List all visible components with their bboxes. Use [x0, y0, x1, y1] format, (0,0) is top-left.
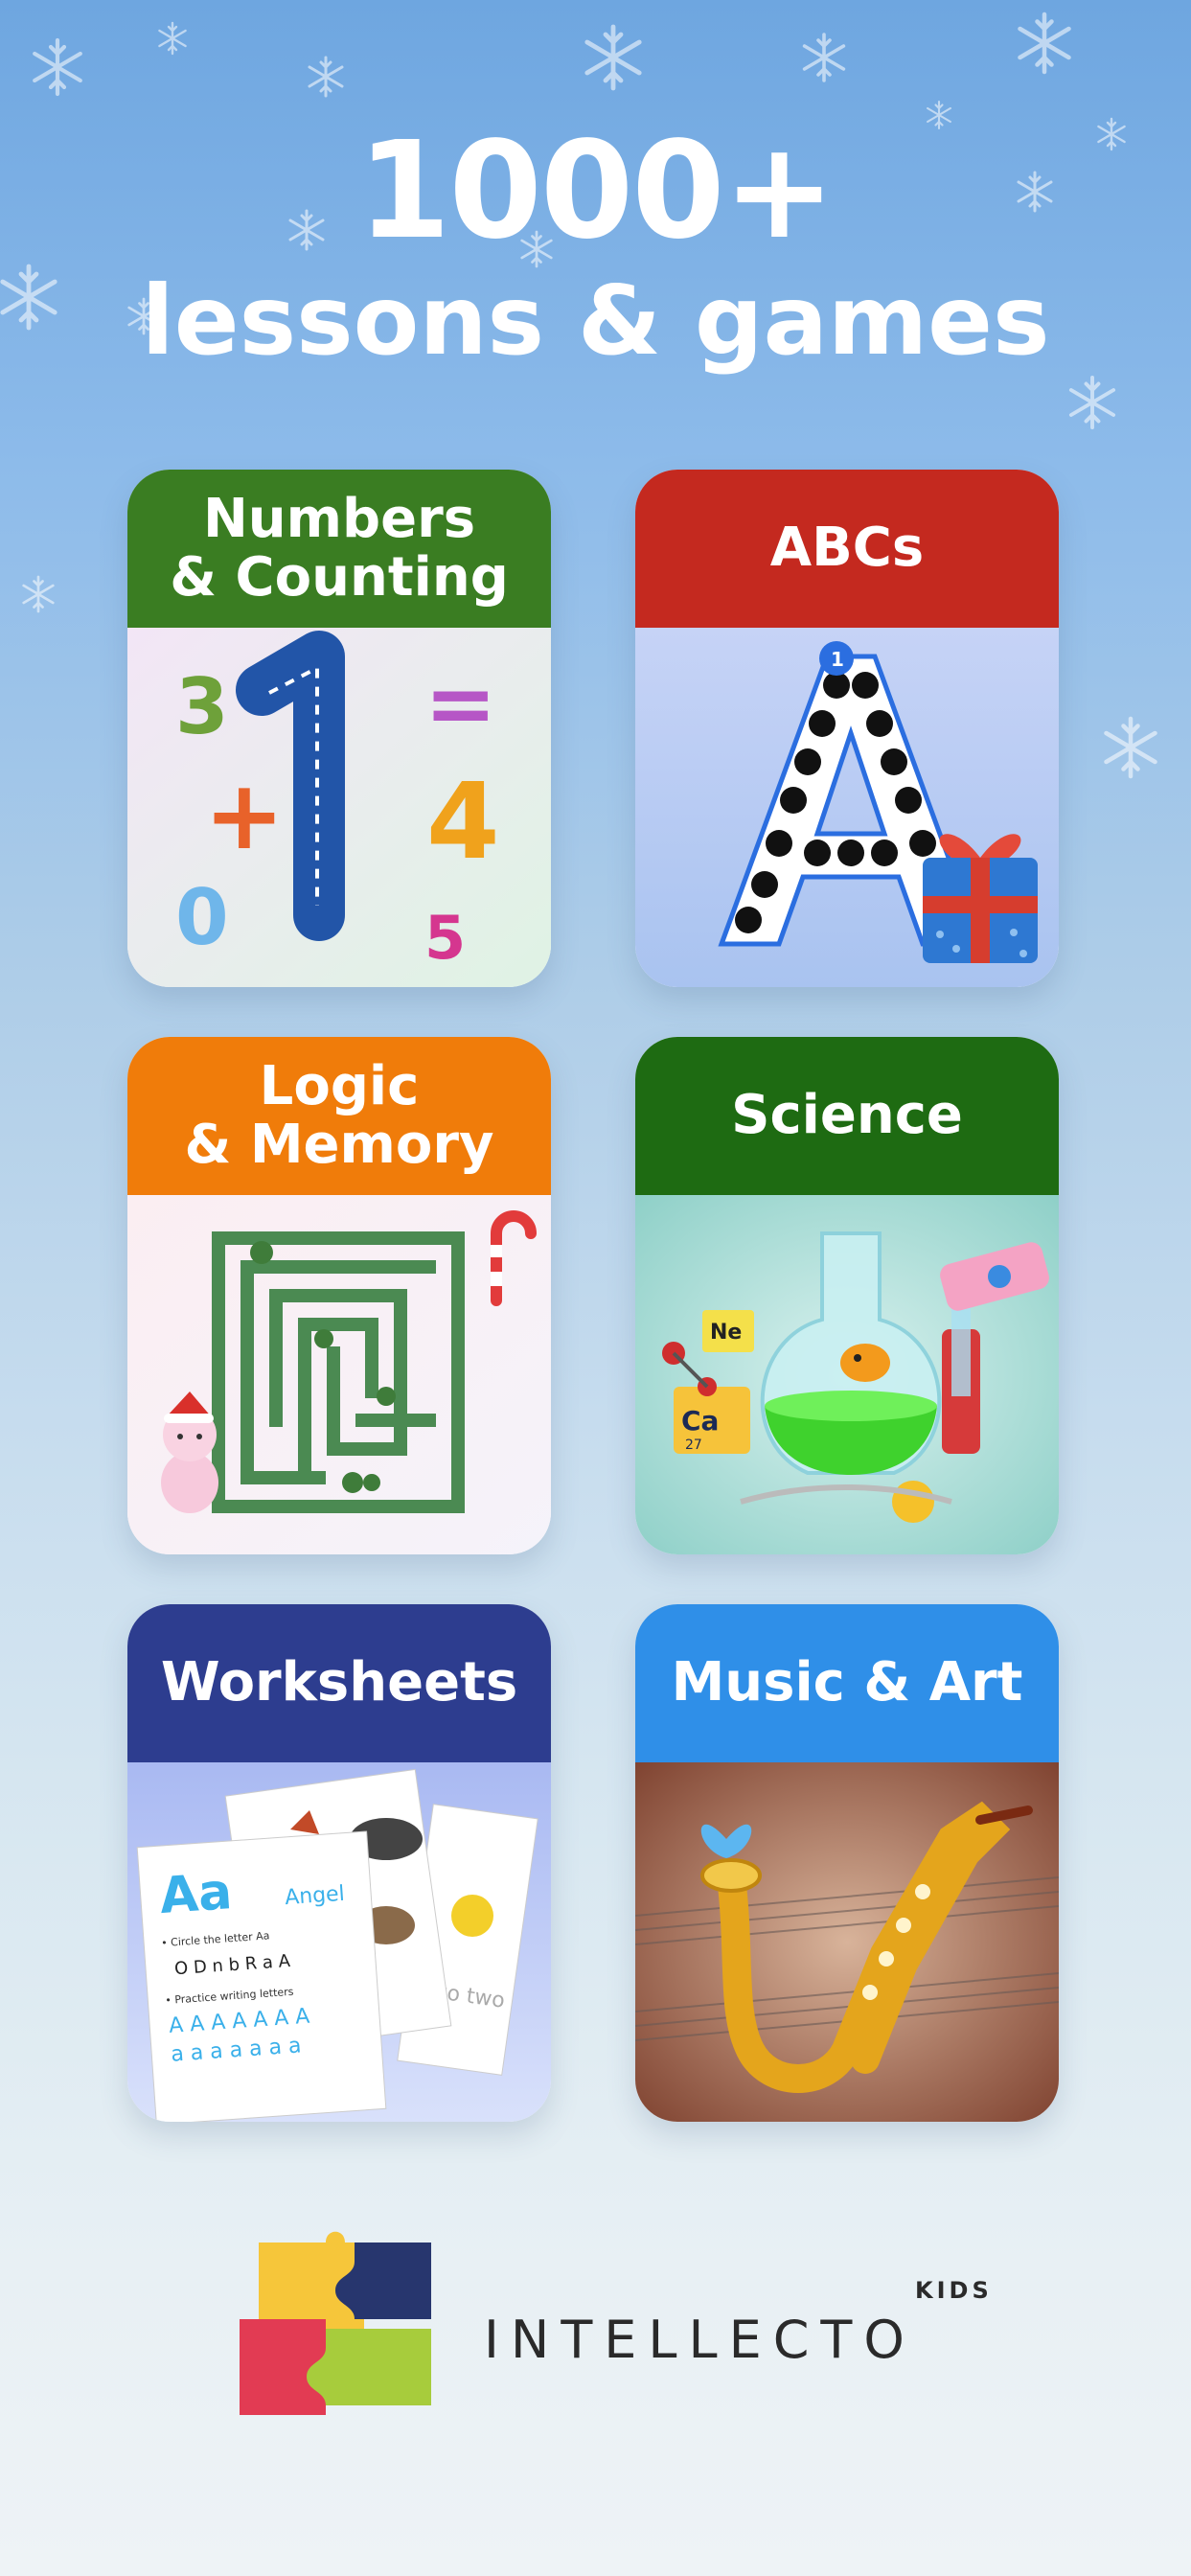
digit-4: 4 — [426, 760, 500, 883]
science-illustration: Ca 27 Ne — [635, 1195, 1059, 1554]
category-card-worksheets[interactable]: Worksheets two two Aa Angel • Circle the… — [127, 1604, 551, 2122]
brand-logo: INTELLECTO KIDS — [240, 2223, 989, 2415]
numbers-illustration: 3 = + 4 0 5 — [127, 628, 551, 987]
card-title: Numbers & Counting — [127, 470, 551, 628]
hero-heading: 1000+ lessons & games — [0, 125, 1191, 374]
svg-text:1: 1 — [831, 648, 844, 671]
hero-subtitle: lessons & games — [141, 264, 1050, 377]
plus-sign: + — [204, 759, 285, 871]
worksheets-illustration: two two Aa Angel • Circle the letter Aa … — [127, 1762, 551, 2122]
category-card-logic[interactable]: Logic & Memory — [127, 1037, 551, 1554]
digit-3: 3 — [175, 662, 229, 751]
element-badge-ca: Ca — [681, 1405, 719, 1437]
brand-name: INTELLECTO — [484, 2310, 916, 2370]
category-card-science[interactable]: Science Ca 27 Ne — [635, 1037, 1059, 1554]
element-badge-ne: Ne — [710, 1321, 742, 1345]
card-title: Worksheets — [127, 1604, 551, 1762]
card-title: Science — [635, 1037, 1059, 1195]
digit-5: 5 — [424, 903, 466, 973]
worksheet-heading: Aa — [158, 1863, 234, 1925]
hero-count: 1000+ — [357, 113, 836, 269]
digit-0: 0 — [175, 873, 229, 962]
abc-illustration: 1 — [635, 628, 1059, 987]
category-card-numbers[interactable]: Numbers & Counting 3 = + 4 0 5 — [127, 470, 551, 987]
category-card-abcs[interactable]: ABCs 1 — [635, 470, 1059, 987]
category-card-music[interactable]: Music & Art — [635, 1604, 1059, 2122]
puzzle-logo-icon — [240, 2231, 431, 2415]
equals-sign: = — [424, 654, 496, 754]
maze-illustration — [127, 1195, 551, 1554]
music-illustration — [635, 1762, 1059, 2122]
brand-tag: KIDS — [915, 2277, 993, 2304]
card-title: ABCs — [635, 470, 1059, 628]
worksheet-word: Angel — [284, 1882, 345, 1910]
element-number: 27 — [685, 1438, 702, 1453]
card-title: Music & Art — [635, 1604, 1059, 1762]
card-title: Logic & Memory — [127, 1037, 551, 1195]
